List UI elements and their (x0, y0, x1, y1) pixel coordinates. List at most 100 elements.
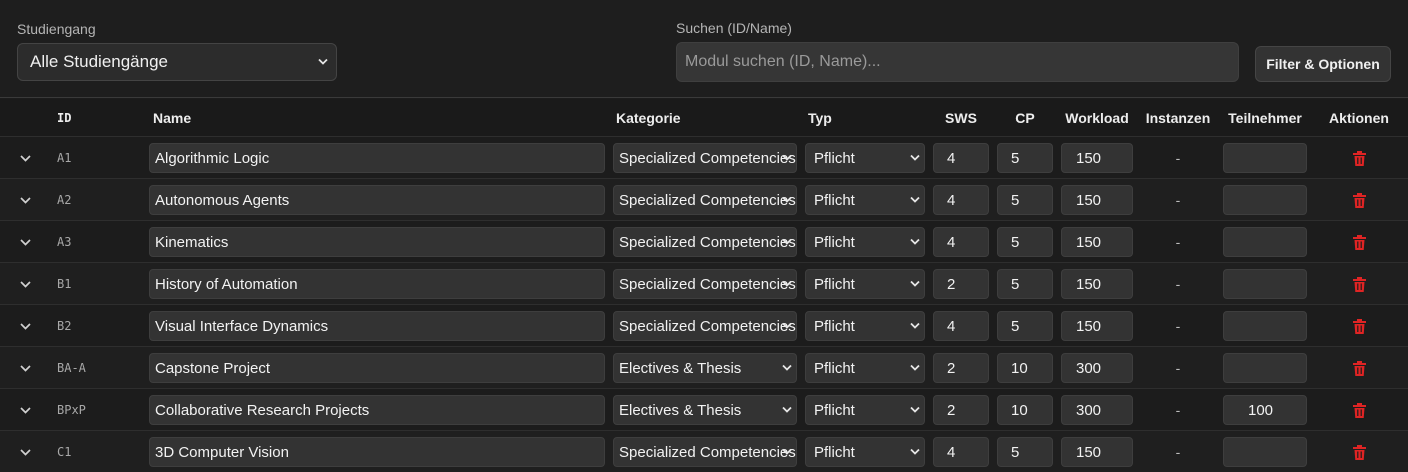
delete-button[interactable] (1349, 137, 1369, 179)
module-name-input[interactable]: Visual Interface Dynamics (149, 311, 605, 341)
typ-select[interactable]: Pflicht (805, 143, 925, 173)
workload-input[interactable]: 300 (1061, 353, 1133, 383)
module-name-value: 3D Computer Vision (155, 443, 289, 461)
cp-input[interactable]: 10 (997, 395, 1053, 425)
expand-row-toggle[interactable] (18, 221, 32, 263)
kategorie-select[interactable]: Specialized Competencies (613, 437, 797, 467)
sws-value: 2 (947, 275, 956, 293)
workload-value: 150 (1076, 317, 1102, 335)
kategorie-select[interactable]: Electives & Thesis (613, 353, 797, 383)
kategorie-value: Specialized Competencies (619, 317, 796, 335)
workload-input[interactable]: 150 (1061, 437, 1133, 467)
teilnehmer-input[interactable] (1223, 311, 1307, 341)
chevron-down-icon (782, 238, 792, 245)
header-cp: CP (1015, 110, 1035, 126)
expand-row-toggle[interactable] (18, 137, 32, 179)
teilnehmer-input[interactable] (1223, 143, 1307, 173)
sws-input[interactable]: 4 (933, 311, 989, 341)
typ-select[interactable]: Pflicht (805, 311, 925, 341)
kategorie-select[interactable]: Specialized Competencies (613, 311, 797, 341)
kategorie-select[interactable]: Electives & Thesis (613, 395, 797, 425)
module-name-value: Kinematics (155, 233, 229, 251)
module-name-input[interactable]: Kinematics (149, 227, 605, 257)
header-instanzen: Instanzen (1145, 110, 1211, 126)
workload-input[interactable]: 300 (1061, 395, 1133, 425)
expand-row-toggle[interactable] (18, 305, 32, 347)
delete-button[interactable] (1349, 179, 1369, 221)
expand-row-toggle[interactable] (18, 263, 32, 305)
studiengang-select-value: Alle Studiengänge (30, 52, 169, 71)
expand-row-toggle[interactable] (18, 431, 32, 472)
module-id: BPxP (57, 403, 86, 417)
typ-select[interactable]: Pflicht (805, 227, 925, 257)
expand-row-toggle[interactable] (18, 179, 32, 221)
teilnehmer-input[interactable] (1223, 437, 1307, 467)
expand-row-toggle[interactable] (18, 389, 32, 431)
sws-input[interactable]: 4 (933, 185, 989, 215)
typ-value: Pflicht (814, 233, 855, 251)
typ-select[interactable]: Pflicht (805, 185, 925, 215)
chevron-down-icon (782, 154, 792, 161)
typ-select[interactable]: Pflicht (805, 437, 925, 467)
delete-button[interactable] (1349, 305, 1369, 347)
cp-value: 5 (1011, 149, 1020, 167)
typ-select[interactable]: Pflicht (805, 353, 925, 383)
sws-input[interactable]: 4 (933, 227, 989, 257)
module-name-input[interactable]: Capstone Project (149, 353, 605, 383)
cp-input[interactable]: 5 (997, 227, 1053, 257)
delete-button[interactable] (1349, 347, 1369, 389)
typ-select[interactable]: Pflicht (805, 395, 925, 425)
teilnehmer-input[interactable] (1223, 353, 1307, 383)
typ-select[interactable]: Pflicht (805, 269, 925, 299)
table-row: A3 Kinematics Specialized Competencies P… (0, 220, 1408, 262)
module-name-input[interactable]: Collaborative Research Projects (149, 395, 605, 425)
delete-button[interactable] (1349, 389, 1369, 431)
filter-options-button[interactable]: Filter & Optionen (1255, 46, 1391, 82)
cp-input[interactable]: 5 (997, 269, 1053, 299)
cp-input[interactable]: 5 (997, 185, 1053, 215)
teilnehmer-input[interactable] (1223, 227, 1307, 257)
module-name-input[interactable]: Autonomous Agents (149, 185, 605, 215)
teilnehmer-input[interactable] (1223, 185, 1307, 215)
workload-input[interactable]: 150 (1061, 269, 1133, 299)
delete-button[interactable] (1349, 263, 1369, 305)
kategorie-select[interactable]: Specialized Competencies (613, 269, 797, 299)
studiengang-select[interactable]: Alle Studiengänge (17, 43, 337, 81)
cp-input[interactable]: 5 (997, 437, 1053, 467)
chevron-down-icon (19, 196, 31, 204)
teilnehmer-input[interactable] (1223, 269, 1307, 299)
sws-input[interactable]: 2 (933, 395, 989, 425)
module-name-input[interactable]: 3D Computer Vision (149, 437, 605, 467)
kategorie-select[interactable]: Specialized Competencies (613, 227, 797, 257)
sws-value: 2 (947, 359, 956, 377)
teilnehmer-input[interactable]: 100 (1223, 395, 1307, 425)
workload-input[interactable]: 150 (1061, 143, 1133, 173)
sws-input[interactable]: 4 (933, 143, 989, 173)
expand-row-toggle[interactable] (18, 347, 32, 389)
kategorie-select[interactable]: Specialized Competencies (613, 143, 797, 173)
workload-input[interactable]: 150 (1061, 185, 1133, 215)
cp-input[interactable]: 5 (997, 143, 1053, 173)
sws-input[interactable]: 4 (933, 437, 989, 467)
workload-input[interactable]: 150 (1061, 311, 1133, 341)
cp-input[interactable]: 10 (997, 353, 1053, 383)
header-kategorie: Kategorie (616, 110, 681, 126)
kategorie-select[interactable]: Specialized Competencies (613, 185, 797, 215)
chevron-down-icon (782, 280, 792, 287)
delete-button[interactable] (1349, 431, 1369, 472)
workload-input[interactable]: 150 (1061, 227, 1133, 257)
cp-value: 10 (1011, 359, 1028, 377)
delete-button[interactable] (1349, 221, 1369, 263)
module-id: A2 (57, 193, 72, 207)
module-name-input[interactable]: History of Automation (149, 269, 605, 299)
search-input[interactable] (676, 42, 1239, 82)
sws-input[interactable]: 2 (933, 269, 989, 299)
sws-input[interactable]: 2 (933, 353, 989, 383)
module-name-input[interactable]: Algorithmic Logic (149, 143, 605, 173)
module-name-value: Collaborative Research Projects (155, 401, 370, 419)
search-label: Suchen (ID/Name) (676, 20, 792, 36)
cp-input[interactable]: 5 (997, 311, 1053, 341)
module-id: BA-A (57, 361, 86, 375)
cp-value: 10 (1011, 401, 1028, 419)
header-aktionen: Aktionen (1329, 110, 1389, 126)
